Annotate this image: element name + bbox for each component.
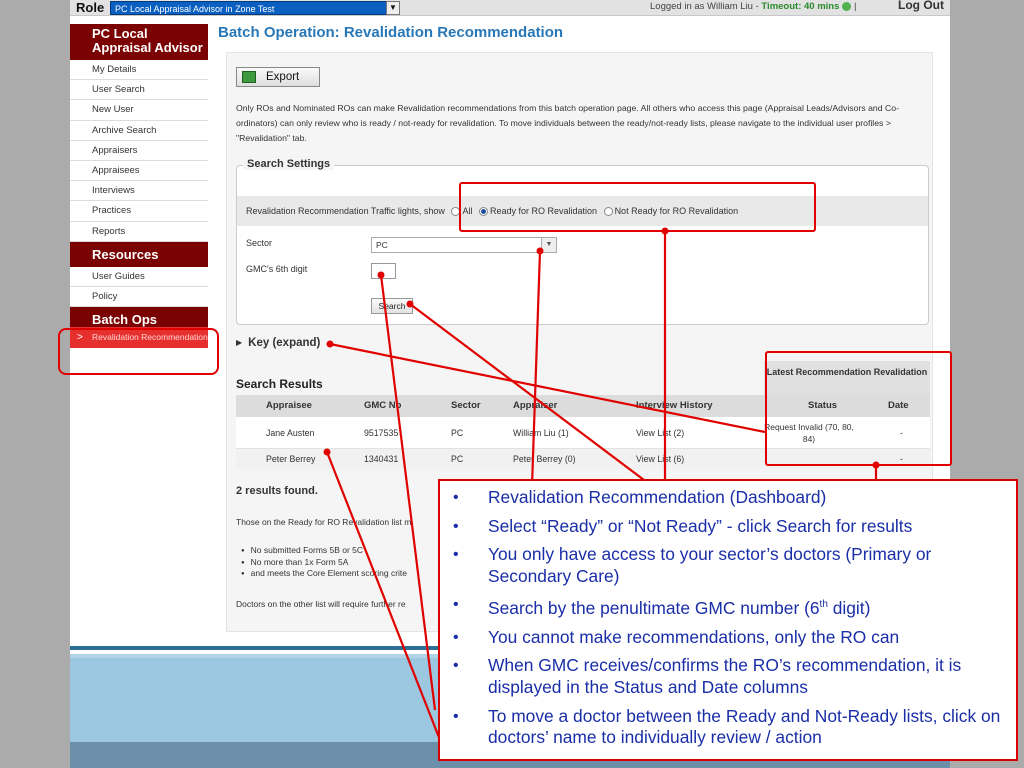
sidebar-item-archive-search[interactable]: Archive Search (70, 120, 208, 141)
role-label: Role (76, 0, 105, 15)
sidebar-heading: PC Local Appraisal Advisor (70, 24, 208, 60)
gmc-number: 9517535 (364, 428, 399, 438)
gmc-digit-input[interactable] (371, 263, 396, 279)
callout-box: Revalidation Recommendation (Dashboard) … (438, 479, 1018, 761)
search-results-title: Search Results (236, 377, 323, 391)
logged-in-text: Logged in as William Liu - (650, 1, 762, 12)
ready-note: Those on the Ready for RO Revalidation l… (236, 517, 412, 527)
intro-text: Only ROs and Nominated ROs can make Reva… (236, 103, 899, 143)
list-item: No submitted Forms 5B or 5C (241, 545, 407, 557)
page-title: Batch Operation: Revalidation Recommenda… (218, 24, 564, 41)
col-history: Interview History (636, 400, 713, 411)
sidebar-item-policy[interactable]: Policy (70, 286, 208, 308)
sidebar-item-practices[interactable]: Practices (70, 201, 208, 222)
sidebar-item-appraisees[interactable]: Appraisees (70, 160, 208, 182)
sector-cell: PC (451, 428, 464, 438)
sector-select[interactable]: PC ▼ (371, 237, 557, 253)
logout-link[interactable]: Log Out (898, 0, 944, 12)
results-count: 2 results found. (236, 485, 318, 497)
view-list-link[interactable]: View List (6) (636, 449, 684, 469)
view-list-link[interactable]: View List (2) (636, 417, 684, 449)
callout-item: To move a doctor between the Ready and N… (440, 706, 1010, 749)
export-label: Export (266, 71, 300, 83)
callout-item: Revalidation Recommendation (Dashboard) (440, 487, 1010, 509)
sidebar-item-user-guides[interactable]: User Guides (70, 266, 208, 287)
sidebar-item-appraisers[interactable]: Appraisers (70, 140, 208, 161)
separator: | (851, 1, 857, 12)
sector-value: PC (376, 240, 388, 250)
col-sector: Sector (451, 400, 481, 411)
callout-item: You only have access to your sector’s do… (440, 544, 1010, 587)
callout-sup: th (819, 599, 828, 611)
sidebar-batch-heading: Batch Ops (70, 307, 208, 328)
sidebar-item-reports[interactable]: Reports (70, 221, 208, 242)
appraiser-link[interactable]: William Liu (1) (513, 417, 569, 449)
col-appraiser: Appraiser (513, 400, 558, 411)
export-icon (242, 71, 256, 83)
sidebar-resources-heading: Resources (70, 241, 208, 267)
gmc-number: 1340431 (364, 454, 399, 464)
appraiser-link[interactable]: Peter Berrey (0) (513, 449, 576, 469)
sidebar-item-my-details[interactable]: My Details (70, 60, 208, 81)
highlight-traffic-lights (459, 182, 816, 232)
sidebar-item-interviews[interactable]: Interviews (70, 181, 208, 202)
other-list-note: Doctors on the other list will require f… (236, 599, 406, 609)
search-settings-legend: Search Settings (243, 158, 335, 170)
search-button[interactable]: Search (371, 298, 413, 314)
appraisee-link[interactable]: Jane Austen (266, 417, 314, 449)
sidebar-item-user-search[interactable]: User Search (70, 80, 208, 101)
callout-item-gmc: Search by the penultimate GMC number (6t… (440, 594, 1010, 619)
triangle-right-icon: ▶ (236, 338, 243, 347)
gmc-digit-label: GMC's 6th digit (246, 264, 308, 274)
callout-item: Select “Ready” or “Not Ready” - click Se… (440, 516, 1010, 538)
export-button[interactable]: Export (236, 67, 320, 87)
sidebar-item-new-user[interactable]: New User (70, 100, 208, 121)
callout-item: When GMC receives/confirms the RO’s reco… (440, 655, 1010, 698)
key-expand-toggle[interactable]: ▶ Key (expand) (236, 337, 320, 349)
key-expand-label: Key (expand) (248, 337, 321, 349)
sidebar: PC Local Appraisal Advisor My Details Us… (70, 24, 208, 349)
highlight-status-date (765, 351, 952, 466)
callout-item-gmc-text: Search by the penultimate GMC number (6 (488, 598, 820, 619)
callout-list: Revalidation Recommendation (Dashboard) … (440, 487, 1010, 756)
role-value: PC Local Appraisal Advisor in Zone Test (115, 4, 275, 14)
top-bar: Role PC Local Appraisal Advisor in Zone … (70, 0, 950, 16)
highlight-sidebar-item (58, 328, 219, 375)
col-gmc: GMC No (364, 400, 402, 411)
timeout-text: Timeout: 40 mins (761, 1, 840, 12)
sector-cell: PC (451, 454, 464, 464)
traffic-label: Revalidation Recommendation Traffic ligh… (246, 206, 445, 216)
callout-item: You cannot make recommendations, only th… (440, 627, 1010, 649)
appraisee-link[interactable]: Peter Berrey (266, 449, 315, 469)
chevron-down-icon[interactable]: ▼ (386, 1, 400, 15)
chevron-down-icon[interactable]: ▼ (541, 237, 557, 253)
list-item: No more than 1x Form 5A (241, 557, 407, 569)
sector-label: Sector (246, 238, 273, 248)
list-item: and meets the Core Element scoring crite (241, 568, 407, 580)
main-content: Batch Operation: Revalidation Recommenda… (218, 24, 940, 632)
role-select[interactable]: PC Local Appraisal Advisor in Zone Test … (110, 1, 400, 15)
login-status: Logged in as William Liu - Timeout: 40 m… (650, 0, 856, 14)
col-appraisee: Appraisee (266, 400, 312, 411)
callout-item-gmc-tail: digit) (827, 598, 871, 619)
criteria-list: No submitted Forms 5B or 5C No more than… (241, 545, 407, 580)
